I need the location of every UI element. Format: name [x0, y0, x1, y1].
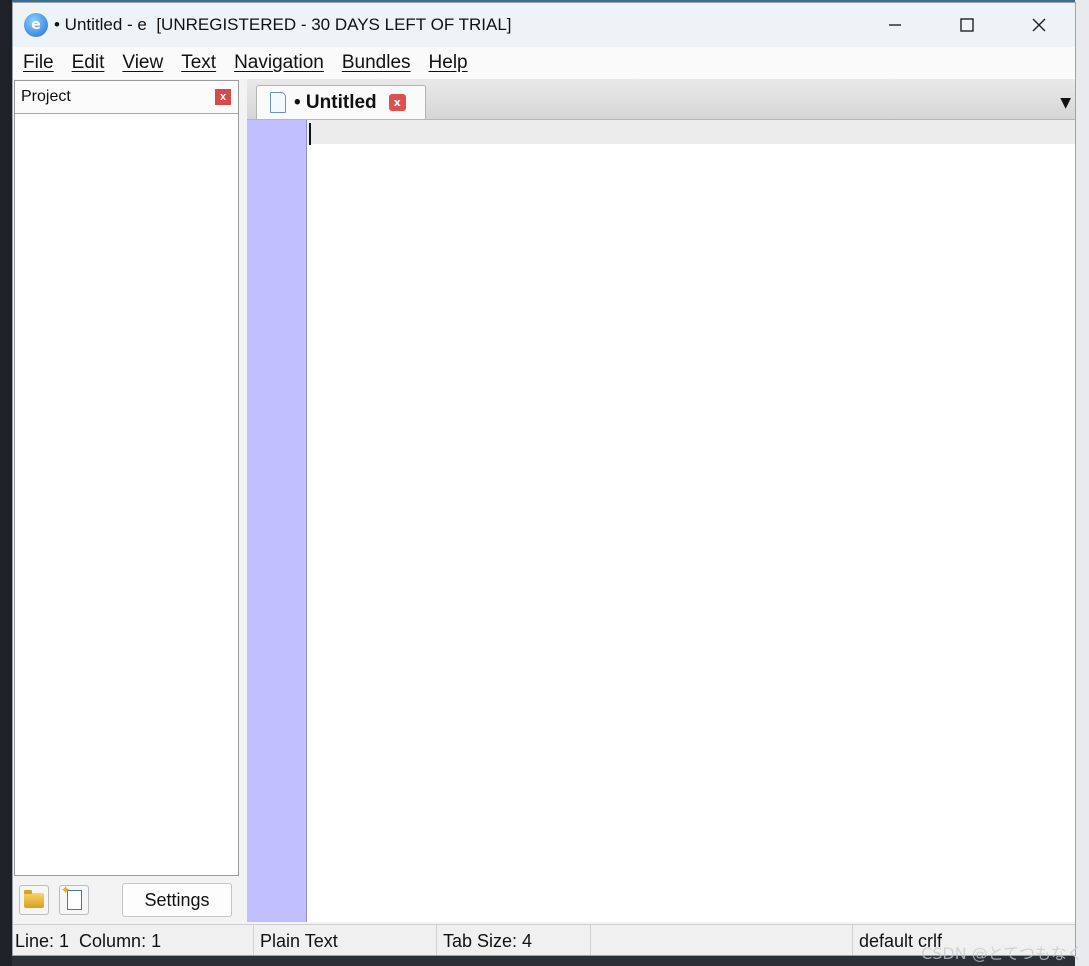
line-number-gutter[interactable] [247, 120, 307, 922]
project-panel-title: Project [21, 88, 71, 105]
project-tree[interactable] [15, 114, 238, 874]
cursor-position-text: Line: 1 Column: 1 [15, 931, 162, 951]
desktop-left-strip [0, 0, 12, 966]
folder-icon [24, 889, 44, 908]
project-panel: Project x [14, 80, 239, 876]
text-editor-area[interactable] [307, 120, 1075, 922]
editor-window: e • Untitled - e [UNREGISTERED - 30 DAYS… [12, 2, 1076, 956]
status-cursor-position: Line: 1 Column: 1 [13, 925, 254, 955]
status-spacer [591, 925, 853, 955]
tab-list-dropdown-icon[interactable]: ▼ [1060, 95, 1071, 111]
project-toolbar: Settings [15, 879, 240, 921]
menu-view[interactable]: View [122, 52, 163, 74]
close-icon: x [393, 96, 401, 109]
text-caret [309, 123, 311, 145]
window-title: • Untitled - e [UNREGISTERED - 30 DAYS L… [54, 15, 512, 34]
menu-help[interactable]: Help [429, 52, 468, 74]
settings-button[interactable]: Settings [122, 883, 232, 917]
menu-text[interactable]: Text [181, 52, 216, 74]
status-tab-size[interactable]: Tab Size: 4 [437, 925, 591, 955]
tab-size-text: Tab Size: 4 [443, 931, 533, 951]
syntax-text: Plain Text [260, 931, 338, 951]
maximize-button[interactable] [931, 3, 1003, 47]
current-line-highlight [307, 120, 1075, 144]
menu-file[interactable]: File [23, 52, 54, 74]
project-panel-header: Project x [15, 81, 238, 114]
watermark: CSDN @とてつもなく [921, 944, 1083, 963]
window-controls [859, 3, 1075, 47]
status-syntax[interactable]: Plain Text [254, 925, 437, 955]
tab-strip: • Untitled x ▼ [247, 79, 1075, 120]
new-file-icon [61, 883, 82, 910]
title-bar[interactable]: e • Untitled - e [UNREGISTERED - 30 DAYS… [13, 3, 1075, 47]
app-logo-icon: e [24, 13, 48, 37]
menu-bundles[interactable]: Bundles [342, 52, 411, 74]
open-folder-button[interactable] [19, 885, 49, 915]
menu-edit[interactable]: Edit [72, 52, 105, 74]
desktop-right-strip [1075, 0, 1089, 966]
menu-navigation[interactable]: Navigation [234, 52, 324, 74]
status-bar: Line: 1 Column: 1 Plain Text Tab Size: 4… [13, 924, 1075, 955]
close-icon [1032, 18, 1046, 32]
close-button[interactable] [1003, 3, 1075, 47]
minimize-icon [889, 24, 901, 26]
tab-label: • Untitled [294, 91, 377, 113]
close-icon: x [219, 91, 227, 103]
new-file-button[interactable] [59, 883, 89, 915]
document-icon [270, 92, 286, 113]
tab-close-button[interactable]: x [388, 94, 406, 111]
project-panel-close-button[interactable]: x [215, 89, 231, 105]
minimize-button[interactable] [859, 3, 931, 47]
menu-bar: File Edit View Text Navigation Bundles H… [13, 47, 1075, 79]
maximize-icon [960, 18, 974, 32]
tab-untitled[interactable]: • Untitled x [256, 85, 426, 119]
